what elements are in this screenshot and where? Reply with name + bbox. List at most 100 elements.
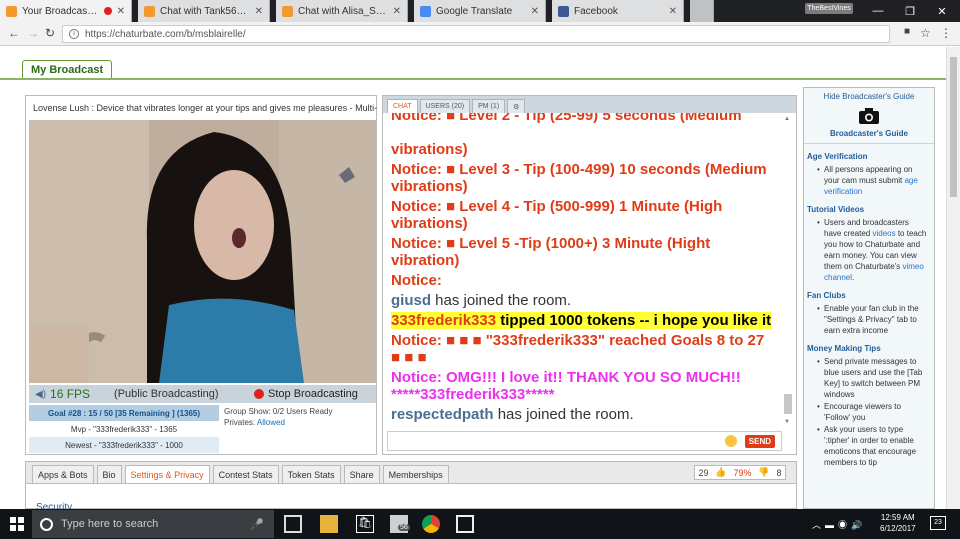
back-icon[interactable]: ←	[8, 26, 20, 40]
microphone-icon[interactable]: 🎤	[250, 518, 264, 531]
thumbs-down-count: 8	[776, 467, 782, 478]
menu-icon[interactable]: ⋮	[940, 26, 952, 40]
chat-panel: CHAT USERS (20) PM (1) ⚙ Notice: ■ Level…	[382, 95, 797, 455]
goal-newest: Newest - "333frederik333" - 1000	[29, 437, 219, 453]
guide-link[interactable]: videos	[872, 229, 895, 238]
browser-tab-label: Your Broadcast Page	[22, 5, 99, 17]
tab-pm[interactable]: PM (1)	[472, 99, 506, 113]
close-icon[interactable]: ✕	[531, 6, 539, 17]
browser-tab-facebook[interactable]: Facebook ✕	[552, 0, 684, 22]
chat-messages: Notice: ■ Level 2 - Tip (25-99) 5 second…	[391, 113, 775, 425]
show-status: Group Show: 0/2 Users Ready Privates: Al…	[224, 406, 333, 428]
stop-broadcasting-label: Stop Broadcasting	[268, 388, 358, 400]
guide-section-heading: Tutorial Videos	[807, 205, 865, 214]
video-panel: Lovense Lush : Device that vibrates long…	[25, 95, 377, 455]
forward-icon[interactable]: →	[27, 26, 39, 40]
tab-settings-privacy[interactable]: Settings & Privacy	[124, 465, 210, 483]
guide-section-list: All persons appearing on your cam must s…	[804, 164, 934, 197]
tab-users[interactable]: USERS (20)	[419, 99, 471, 113]
new-tab-button[interactable]	[690, 0, 714, 22]
room-subject: Lovense Lush : Device that vibrates long…	[33, 103, 378, 113]
chat-scrollbar[interactable]: ▲ ▼	[783, 116, 793, 425]
close-icon[interactable]: ✕	[255, 6, 263, 17]
minimize-icon[interactable]: —	[862, 0, 894, 22]
fps-readout: 16 FPS	[50, 387, 91, 401]
search-placeholder: Type here to search	[61, 518, 159, 530]
url-field[interactable]: i https://chaturbate.com/b/msblairelle/	[62, 25, 890, 43]
tab-bio[interactable]: Bio	[96, 465, 122, 483]
browser-tab-label: Facebook	[574, 5, 618, 17]
close-icon[interactable]: ✕	[669, 6, 677, 17]
system-clock[interactable]: 12:59 AM 6/12/2017	[880, 512, 916, 534]
chat-notice-highlight: Notice: OMG!!! I love it!! THANK YOU SO …	[391, 369, 741, 403]
send-button[interactable]: SEND	[744, 435, 775, 448]
emoticon-icon[interactable]	[725, 435, 737, 447]
windows-start-icon[interactable]	[10, 517, 24, 534]
chat-notice: vibrations)	[391, 141, 468, 158]
browser-tab-label: Google Translate	[436, 5, 513, 17]
hide-guide-link[interactable]: Hide Broadcaster's Guide	[804, 92, 934, 101]
chat-join-message: respectedpath has joined the room.	[391, 406, 775, 423]
my-broadcast-tab[interactable]: My Broadcast	[22, 60, 113, 79]
task-view-icon[interactable]	[284, 515, 302, 533]
tab-contest-stats[interactable]: Contest Stats	[212, 465, 279, 483]
chrome-icon[interactable]	[422, 515, 440, 533]
group-show-status: Group Show: 0/2 Users Ready	[224, 407, 333, 416]
browser-tab-broadcast[interactable]: Your Broadcast Page ✕	[0, 0, 132, 22]
broadcasters-guide-link[interactable]: Broadcaster's Guide	[804, 129, 934, 144]
tab-memberships[interactable]: Memberships	[382, 465, 449, 483]
guide-text: .	[852, 273, 855, 282]
browser-tab-chat-tank[interactable]: Chat with Tank569 in a L ✕	[138, 0, 270, 22]
privates-allowed-link[interactable]: Allowed	[257, 418, 285, 427]
taskbar-search-box[interactable]: Type here to search 🎤	[32, 510, 274, 538]
clock-date: 6/12/2017	[880, 524, 916, 533]
close-icon[interactable]: ✕	[393, 6, 401, 17]
cortana-icon	[40, 517, 53, 531]
chat-input[interactable]: SEND	[387, 431, 782, 451]
chat-username[interactable]: respectedpath	[391, 406, 494, 423]
file-explorer-icon[interactable]	[320, 515, 338, 533]
chat-message-list: vibrations) Notice: ■ Level 3 - Tip (100-…	[391, 138, 775, 423]
video-stream	[29, 120, 376, 383]
tab-token-stats[interactable]: Token Stats	[281, 465, 341, 483]
chaturbate-favicon-icon	[282, 5, 293, 17]
close-icon[interactable]: ✕	[117, 6, 125, 17]
thumbs-up-icon: 👍	[715, 467, 727, 477]
tab-share[interactable]: Share	[343, 465, 380, 483]
chat-settings-gear-icon[interactable]: ⚙	[507, 99, 526, 113]
record-dot-icon	[254, 389, 265, 399]
camera-icon[interactable]: ■	[904, 26, 910, 37]
bottom-tab-bar: Apps & Bots Bio Settings & Privacy Contest …	[26, 462, 796, 484]
url-text: https://chaturbate.com/b/msblairelle/	[85, 28, 246, 40]
tab-chat[interactable]: CHAT	[387, 99, 418, 113]
page-scrollbar[interactable]	[946, 47, 960, 509]
browser-tab-label: Chat with Tank569 in a L	[160, 5, 250, 17]
guide-section-list: Users and broadcasters have created vide…	[804, 217, 934, 283]
window-close-icon[interactable]: ✕	[926, 0, 958, 22]
guide-list-item: Ask your users to type ':tipher' in orde…	[817, 424, 928, 468]
chaturbate-favicon-icon	[144, 5, 155, 17]
thumbs-down-icon: 👎	[758, 467, 770, 477]
photos-icon[interactable]	[456, 515, 474, 533]
chat-username[interactable]: 333frederik333	[391, 312, 496, 329]
browser-tab-google-translate[interactable]: Google Translate ✕	[414, 0, 546, 22]
chat-join-text: has joined the room.	[431, 292, 572, 309]
reload-icon[interactable]: ↻	[45, 26, 55, 40]
broadcaster-guide-sidebar: Hide Broadcaster's Guide Broadcaster's G…	[803, 87, 935, 509]
chat-username[interactable]: giusd	[391, 292, 431, 309]
broadcast-status: (Public Broadcasting)	[114, 388, 219, 400]
store-icon[interactable]: 🛍	[356, 515, 374, 533]
bookmark-star-icon[interactable]: ☆	[920, 26, 931, 40]
windows-taskbar: Type here to search 🎤 🛍 56 ︿▬◉🔊 12:59 AM…	[0, 509, 960, 539]
volume-icon[interactable]: ◀)	[35, 389, 46, 400]
mail-icon[interactable]: 56	[390, 515, 410, 533]
browser-tab-chat-alisa[interactable]: Chat with Alisa_Star in a ✕	[276, 0, 408, 22]
browser-tab-strip: Your Broadcast Page ✕ Chat with Tank569 …	[0, 0, 960, 22]
chat-tip-text: tipped 1000 tokens -- i hope you like it	[496, 312, 772, 329]
stop-broadcasting-button[interactable]: Stop Broadcasting	[254, 388, 358, 400]
tab-apps-bots[interactable]: Apps & Bots	[32, 465, 94, 483]
notification-center-icon[interactable]: 23	[930, 516, 946, 530]
guide-sections: Age Verification All persons appearing on…	[804, 152, 934, 468]
system-tray-icons[interactable]: ︿▬◉🔊	[812, 518, 866, 531]
maximize-icon[interactable]: ❐	[894, 0, 926, 22]
